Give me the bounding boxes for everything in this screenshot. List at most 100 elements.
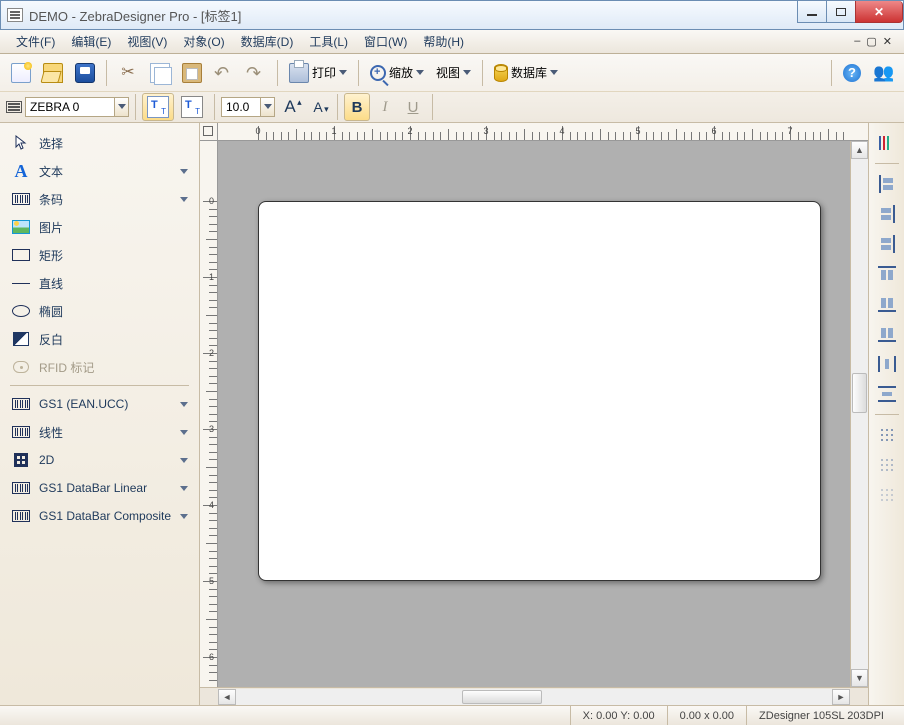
toolbar-separator [482,60,483,86]
copy-button[interactable] [145,59,175,87]
tool-gs1-linear[interactable]: GS1 DataBar Linear [4,474,195,502]
toolbar-separator [277,60,278,86]
redo-button[interactable] [241,59,271,87]
increase-size-button[interactable] [277,93,303,121]
menu-view[interactable]: 视图(V) [119,30,175,53]
font-name-input[interactable] [25,97,115,117]
menu-database[interactable]: 数据库(D) [233,30,302,53]
tool-ellipse[interactable]: 椭圆 [4,297,195,325]
vertical-ruler[interactable]: 0123456 [200,141,218,687]
align-right-button[interactable] [874,232,900,256]
tool-label: 图片 [39,219,63,236]
color-bars-button[interactable] [874,131,900,155]
tool-label: GS1 DataBar Composite [39,509,171,523]
font-selector[interactable] [6,97,129,117]
ruler-origin[interactable] [200,123,218,141]
scroll-thumb[interactable] [852,373,867,413]
menu-tools[interactable]: 工具(L) [301,30,356,53]
bold-button[interactable]: B [344,93,370,121]
align-left-button[interactable] [874,172,900,196]
snap-toggle-button[interactable] [874,453,900,477]
size-dropdown-icon[interactable] [261,97,275,117]
horizontal-scrollbar[interactable]: ◄ ► [200,687,868,705]
users-button[interactable] [868,59,898,87]
qr-icon [11,452,31,468]
menu-window[interactable]: 窗口(W) [356,30,415,53]
vertical-scrollbar[interactable]: ▲ ▼ [850,141,868,687]
italic-button[interactable]: I [372,93,398,121]
maximize-button[interactable] [826,1,856,23]
tool-linear[interactable]: 线性 [4,418,195,446]
help-button[interactable] [838,59,866,87]
tool-rectangle[interactable]: 矩形 [4,241,195,269]
tool-2d[interactable]: 2D [4,446,195,474]
align-middle-button[interactable] [874,292,900,316]
scroll-thumb[interactable] [462,690,542,704]
tool-barcode[interactable]: 条码 [4,185,195,213]
tool-rfid: RFID 标记 [4,353,195,381]
text-icon: A [11,163,31,179]
menu-object[interactable]: 对象(O) [175,30,232,53]
close-button[interactable]: ✕ [855,1,903,23]
tool-line[interactable]: 直线 [4,269,195,297]
grid-toggle-button[interactable] [874,423,900,447]
distribute-h-button[interactable] [874,352,900,376]
toolbar-separator [106,60,107,86]
text-mode-button[interactable] [142,93,174,121]
open-button[interactable] [38,59,68,87]
tool-invert[interactable]: 反白 [4,325,195,353]
guides-toggle-button[interactable] [874,483,900,507]
font-dropdown-icon[interactable] [115,97,129,117]
distribute-v-button[interactable] [874,382,900,406]
menu-edit[interactable]: 编辑(E) [63,30,119,53]
tool-select[interactable]: 选择 [4,129,195,157]
scroll-left-button[interactable]: ◄ [218,689,236,705]
zoom-button[interactable]: +缩放 [365,59,429,87]
printer-font-button[interactable] [176,93,208,121]
new-button[interactable] [6,59,36,87]
tool-image[interactable]: 图片 [4,213,195,241]
barcode-icon [11,424,31,440]
design-viewport[interactable] [218,141,850,687]
database-label: 数据库 [511,64,547,81]
scroll-down-button[interactable]: ▼ [851,669,868,687]
scroll-right-button[interactable]: ► [832,689,850,705]
cursor-icon [11,135,31,151]
database-button[interactable]: 数据库 [489,59,563,87]
expand-icon [180,402,188,407]
minimize-button[interactable] [797,1,827,23]
scroll-track[interactable] [236,689,832,705]
tool-text[interactable]: A 文本 [4,157,195,185]
view-button[interactable]: 视图 [431,59,476,87]
scroll-track[interactable] [851,159,868,669]
align-bottom-button[interactable] [874,322,900,346]
tool-gs1-composite[interactable]: GS1 DataBar Composite [4,502,195,530]
status-bar: X: 0.00 Y: 0.00 0.00 x 0.00 ZDesigner 10… [0,705,904,725]
tool-label: GS1 (EAN.UCC) [39,397,128,411]
align-center-h-button[interactable] [874,202,900,226]
scroll-up-button[interactable]: ▲ [851,141,868,159]
underline-button[interactable]: U [400,93,426,121]
print-label: 打印 [312,64,336,81]
mdi-minimize-button[interactable]: – [854,35,860,48]
mdi-close-button[interactable]: ✕ [883,35,892,48]
align-top-button[interactable] [874,262,900,286]
cut-button[interactable] [113,59,143,87]
menu-file[interactable]: 文件(F) [8,30,63,53]
font-size-input[interactable] [221,97,261,117]
horizontal-ruler[interactable]: 012345678 [218,123,850,141]
window-titlebar: DEMO - ZebraDesigner Pro - [标签1] ✕ [0,0,904,30]
mdi-restore-button[interactable]: ▢ [866,35,876,48]
expand-icon [180,430,188,435]
decrease-size-button[interactable] [305,93,331,121]
print-button[interactable]: 打印 [284,59,352,87]
label-canvas[interactable] [258,201,821,581]
save-button[interactable] [70,59,100,87]
paste-button[interactable] [177,59,207,87]
toolbar-separator [135,94,136,120]
tool-label: 文本 [39,163,63,180]
tool-gs1[interactable]: GS1 (EAN.UCC) [4,390,195,418]
tool-label: 选择 [39,135,63,152]
undo-button[interactable] [209,59,239,87]
menu-help[interactable]: 帮助(H) [415,30,472,53]
